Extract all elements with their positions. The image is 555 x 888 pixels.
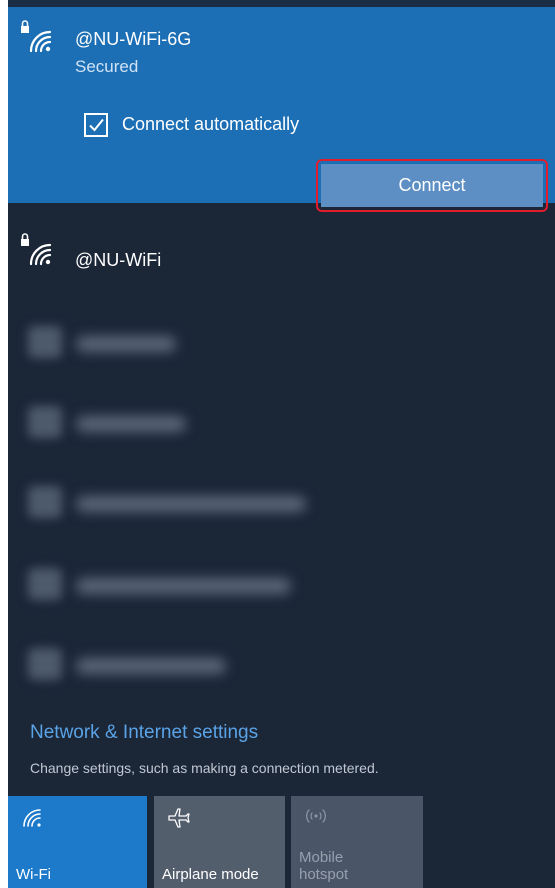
network-name-blurred (76, 578, 291, 594)
connect-automatically-checkbox[interactable] (84, 113, 108, 137)
wifi-icon (28, 406, 62, 438)
network-item-blurred[interactable] (28, 478, 348, 528)
top-edge (8, 0, 555, 7)
network-name: @NU-WiFi-6G (75, 29, 192, 49)
wifi-icon (28, 486, 62, 518)
network-name: @NU-WiFi (75, 250, 162, 270)
mobile-hotspot-icon (306, 809, 326, 823)
airplane-mode-tile-label: Airplane mode (162, 866, 259, 883)
network-item-blurred[interactable] (28, 640, 348, 690)
airplane-icon (168, 808, 190, 828)
network-name-blurred (76, 496, 306, 512)
network-item-blurred[interactable] (28, 560, 348, 610)
connect-automatically-label: Connect automatically (122, 114, 300, 134)
connect-button-label: Connect (321, 164, 543, 207)
network-name-blurred (76, 336, 176, 352)
network-internet-settings-link[interactable]: Network & Internet settings (30, 722, 258, 744)
network-name-blurred (76, 658, 226, 674)
wifi-toggle-tile[interactable]: Wi-Fi (8, 796, 147, 888)
mobile-hotspot-tile[interactable]: Mobile hotspot (291, 796, 423, 888)
network-name-blurred (76, 416, 186, 432)
network-item[interactable]: @NU-WiFi (8, 222, 555, 282)
network-item-blurred[interactable] (28, 318, 348, 368)
network-flyout: @NU-WiFi-6G Secured Connect automaticall… (8, 0, 555, 888)
wifi-icon (28, 568, 62, 600)
wifi-secured-icon (21, 20, 52, 53)
settings-description: Change settings, such as making a connec… (30, 760, 379, 776)
wifi-secured-icon (21, 233, 52, 266)
connect-button[interactable]: Connect (316, 159, 548, 212)
airplane-mode-tile[interactable]: Airplane mode (154, 796, 285, 888)
wifi-icon (28, 648, 62, 680)
wifi-tile-label: Wi-Fi (16, 866, 51, 883)
checkmark-icon (89, 118, 104, 132)
wifi-icon (28, 326, 62, 358)
wifi-icon (23, 809, 41, 827)
network-item-blurred[interactable] (28, 398, 348, 448)
mobile-hotspot-label-line2: hotspot (299, 866, 349, 883)
network-status: Secured (75, 57, 139, 76)
